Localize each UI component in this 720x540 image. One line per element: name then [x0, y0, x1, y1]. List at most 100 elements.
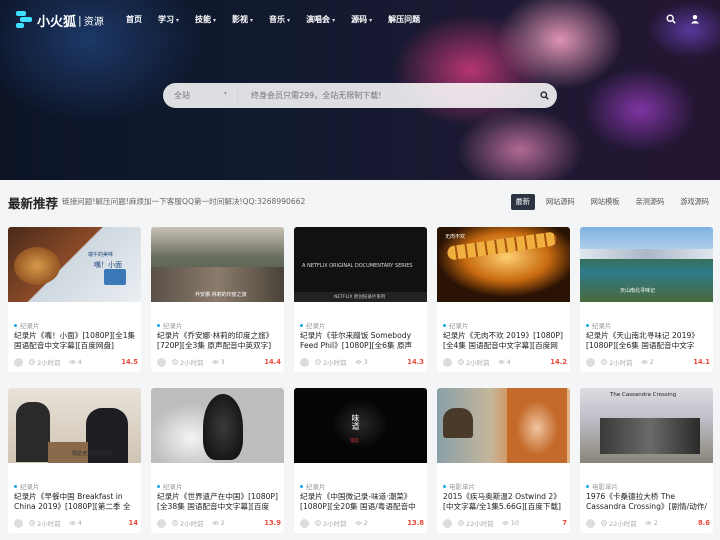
post-category[interactable]: 纪录片	[157, 320, 183, 330]
tab-4[interactable]: 游戏源码	[675, 194, 714, 210]
thumbnail-caption: NETFLIX 原创纪录片系列	[334, 295, 386, 300]
post-card[interactable]: 味道 潮菜纪录片 纪录片《中国微记录-味道·潮菜》[1080P][全20集 国语/粤…	[294, 388, 427, 533]
post-category[interactable]: 纪录片	[157, 481, 183, 491]
nav-item-5[interactable]: 演唱会 ▾	[306, 14, 335, 25]
post-views: 2	[640, 358, 654, 366]
tab-2[interactable]: 网站模板	[586, 194, 625, 210]
nav-item-label: 学习	[158, 15, 174, 24]
post-thumbnail[interactable]	[151, 388, 284, 463]
post-card[interactable]: 纪录片 纪录片《世界遗产在中国》[1080P][全38集 国语配音中文字幕][百度…	[151, 388, 284, 533]
category-dot-icon	[443, 323, 446, 327]
user-icon[interactable]	[690, 14, 700, 24]
tab-1[interactable]: 网站源码	[541, 194, 580, 210]
post-meta: 2小时前 2 14.1	[586, 357, 710, 367]
post-title[interactable]: 纪录片《天山南北寻味记 2019》[1080P][全6集 国语配音中文字幕]..…	[586, 331, 708, 351]
post-category[interactable]: 纪录片	[586, 320, 612, 330]
category-dot-icon	[157, 484, 160, 488]
post-card[interactable]: The Cassandra Crossing 电影单片 1976《卡桑德拉大桥 Th…	[580, 388, 713, 533]
search-category-label: 全站	[174, 91, 190, 100]
post-title[interactable]: 纪录片《早餐中国 Breakfast in China 2019》[1080P]…	[14, 492, 136, 512]
post-card[interactable]: A NETFLIX ORIGINAL DOCUMENTARY SERIES NET…	[294, 227, 427, 372]
nav-item-2[interactable]: 技能 ▾	[195, 14, 216, 25]
nav-item-6[interactable]: 源码 ▾	[351, 14, 372, 25]
post-score: 14.3	[407, 358, 424, 366]
post-title[interactable]: 纪录片《中国微记录-味道·潮菜》[1080P][全20集 国语/粤语配音中文..…	[300, 492, 422, 512]
search-input[interactable]	[238, 91, 531, 100]
post-category[interactable]: 电影单片	[443, 481, 475, 491]
post-score: 8.6	[697, 519, 710, 527]
post-thumbnail[interactable]: 味道 潮菜	[294, 388, 427, 463]
author-avatar[interactable]	[14, 518, 23, 528]
category-dot-icon	[157, 323, 160, 327]
post-thumbnail[interactable]	[437, 388, 570, 463]
post-meta: 2小时前 4 14	[14, 518, 138, 528]
author-avatar[interactable]	[157, 518, 166, 528]
author-avatar[interactable]	[14, 357, 23, 367]
post-card[interactable]: 无肉不欢纪录片 纪录片《无肉不欢 2019》[1080P][全4集 国语配音中文字…	[437, 227, 570, 372]
author-avatar[interactable]	[443, 357, 452, 367]
nav-item-7[interactable]: 解压问题	[388, 14, 420, 25]
post-title[interactable]: 纪录片《世界遗产在中国》[1080P][全38集 国语配音中文字幕][百度网..…	[157, 492, 279, 512]
author-avatar[interactable]	[157, 357, 166, 367]
site-logo[interactable]: 小火狐 | 资源	[16, 10, 104, 30]
post-thumbnail[interactable]: A NETFLIX ORIGINAL DOCUMENTARY SERIES NET…	[294, 227, 427, 302]
post-score: 13.8	[407, 519, 424, 527]
post-category[interactable]: 纪录片	[14, 320, 40, 330]
post-time: 2小时前	[172, 518, 204, 528]
nav-item-1[interactable]: 学习 ▾	[158, 14, 179, 25]
post-category[interactable]: 纪录片	[14, 481, 40, 491]
post-title[interactable]: 纪录片《菲尔来蹭饭 Somebody Feed Phil》[1080P][全6集…	[300, 331, 422, 351]
search-button[interactable]	[531, 83, 557, 108]
post-meta: 2小时前 2 13.9	[157, 518, 281, 528]
nav-item-3[interactable]: 影视 ▾	[232, 14, 253, 25]
post-score: 7	[562, 519, 567, 527]
post-title[interactable]: 1976《卡桑德拉大桥 The Cassandra Crossing》[剧情/动…	[586, 492, 708, 512]
post-score: 14.5	[121, 358, 138, 366]
nav-item-label: 首页	[126, 15, 142, 24]
post-score: 14	[128, 519, 138, 527]
post-category[interactable]: 电影单片	[586, 481, 618, 491]
post-views-count: 2	[363, 519, 368, 527]
post-title[interactable]: 纪录片《无肉不欢 2019》[1080P][全4集 国语配音中文字幕][百度网盘…	[443, 331, 565, 351]
post-thumbnail[interactable]: 天山南北寻味记	[580, 227, 713, 302]
tab-0[interactable]: 最新	[510, 194, 535, 210]
post-time: 22小时前	[458, 518, 494, 528]
post-score: 14.1	[693, 358, 710, 366]
post-card[interactable]: 乔安娜·林莉的印度之旅纪录片 纪录片《乔安娜·林莉的印度之旅》[720P][全3集…	[151, 227, 284, 372]
thumbnail-caption: 潮菜	[350, 439, 359, 444]
search-icon[interactable]	[666, 14, 676, 24]
post-card[interactable]: 端午的美味 嘴！小面纪录片 纪录片《嘴！小面》[1080P][全1集 国语配音中文字…	[8, 227, 141, 372]
logo-icon	[16, 11, 34, 29]
post-category-label: 纪录片	[592, 322, 612, 330]
post-title[interactable]: 2015《疾马奥斯温2 Ostwind 2》[中文字幕/全1集5.66G][百度…	[443, 492, 565, 512]
nav-item-4[interactable]: 音乐 ▾	[269, 14, 290, 25]
post-title[interactable]: 纪录片《乔安娜·林莉的印度之旅》[720P][全3集 原声配音中英双字][...	[157, 331, 279, 351]
post-views-count: 2	[649, 358, 654, 366]
post-card[interactable]: 天山南北寻味记纪录片 纪录片《天山南北寻味记 2019》[1080P][全6集 国…	[580, 227, 713, 372]
post-time: 22小时前	[601, 518, 637, 528]
post-category[interactable]: 纪录片	[443, 320, 469, 330]
author-avatar[interactable]	[586, 357, 595, 367]
post-category[interactable]: 纪录片	[300, 481, 326, 491]
post-card[interactable]: 隔壁老张的胡辣汤纪录片 纪录片《早餐中国 Breakfast in China 2…	[8, 388, 141, 533]
post-category[interactable]: 纪录片	[300, 320, 326, 330]
post-thumbnail[interactable]: 乔安娜·林莉的印度之旅	[151, 227, 284, 302]
author-avatar[interactable]	[443, 518, 452, 528]
post-thumbnail[interactable]: The Cassandra Crossing	[580, 388, 713, 463]
post-thumbnail[interactable]: 端午的美味 嘴！小面	[8, 227, 141, 302]
post-title[interactable]: 纪录片《嘴！小面》[1080P][全1集 国语配音中文字幕][百度网盘]	[14, 331, 136, 351]
post-category-label: 电影单片	[592, 483, 618, 491]
post-thumbnail[interactable]: 隔壁老张的胡辣汤	[8, 388, 141, 463]
post-thumbnail[interactable]: 无肉不欢	[437, 227, 570, 302]
post-views: 2	[644, 519, 658, 527]
author-avatar[interactable]	[300, 518, 309, 528]
thumbnail-caption: 隔壁老张的胡辣汤	[72, 451, 113, 457]
author-avatar[interactable]	[300, 357, 309, 367]
nav-item-0[interactable]: 首页	[126, 14, 142, 25]
post-time: 2小时前	[29, 518, 61, 528]
tab-3[interactable]: 亲测源码	[630, 194, 669, 210]
search-category-select[interactable]: 全站 ▾	[163, 90, 237, 101]
author-avatar[interactable]	[586, 518, 595, 528]
post-meta: 2小时前 4 14.2	[443, 357, 567, 367]
post-card[interactable]: 电影单片 2015《疾马奥斯温2 Ostwind 2》[中文字幕/全1集5.66G…	[437, 388, 570, 533]
